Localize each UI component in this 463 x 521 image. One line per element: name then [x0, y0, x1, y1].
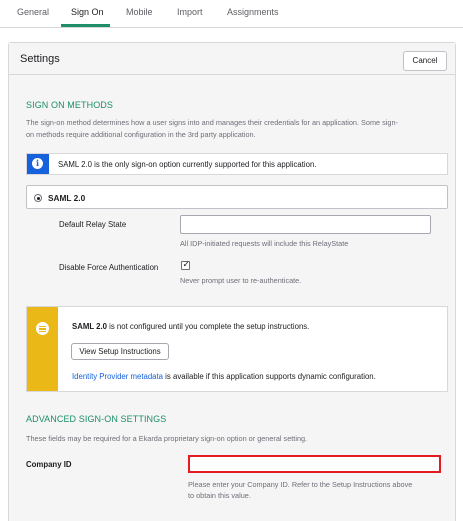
setup-notice-message: SAML 2.0 is not configured until you com… — [72, 322, 309, 331]
tab-import[interactable]: Import — [177, 7, 203, 17]
info-banner: i SAML 2.0 is the only sign-on option cu… — [26, 153, 448, 175]
cancel-button[interactable]: Cancel — [403, 51, 447, 71]
metadata-line-text: is available if this application support… — [163, 372, 376, 381]
advanced-settings-description: These fields may be required for a Ekard… — [26, 434, 308, 443]
force-auth-checkbox[interactable] — [181, 260, 190, 270]
description-line: on methods require additional configurat… — [26, 130, 256, 139]
saml-label: SAML 2.0 — [48, 193, 86, 203]
tab-sign-on[interactable]: Sign On — [71, 7, 104, 17]
setup-notice-text: is not configured until you complete the… — [106, 322, 310, 331]
settings-panel: Settings Cancel SIGN ON METHODS The sign… — [8, 42, 456, 521]
saml-option[interactable]: SAML 2.0 — [26, 185, 448, 209]
company-id-hint-line: to obtain this value. — [188, 491, 251, 500]
active-tab-indicator — [61, 24, 110, 27]
saml-radio[interactable] — [34, 194, 42, 202]
relay-state-label: Default Relay State — [59, 220, 127, 229]
setup-notice-bold: SAML 2.0 — [72, 322, 107, 331]
metadata-line: Identity Provider metadata is available … — [72, 372, 376, 381]
setup-list-icon — [36, 322, 49, 335]
tab-assignments[interactable]: Assignments — [227, 7, 279, 17]
company-id-input[interactable] — [188, 455, 441, 473]
info-banner-strip: i — [27, 154, 49, 174]
view-setup-instructions-button[interactable]: View Setup Instructions — [71, 343, 169, 360]
settings-title: Settings — [20, 53, 60, 65]
settings-header: Settings Cancel — [9, 43, 455, 75]
advanced-settings-title: ADVANCED SIGN-ON SETTINGS — [26, 414, 167, 424]
company-id-label: Company ID — [26, 460, 72, 469]
relay-state-input[interactable] — [180, 215, 431, 234]
company-id-hint: Please enter your Company ID. Refer to t… — [188, 479, 412, 501]
setup-notice: SAML 2.0 is not configured until you com… — [26, 306, 448, 392]
sign-on-methods-description: The sign-on method determines how a user… — [26, 117, 446, 141]
info-icon: i — [32, 158, 43, 169]
relay-state-hint: All IDP-initiated requests will include … — [180, 239, 349, 248]
idp-metadata-link[interactable]: Identity Provider metadata — [72, 372, 163, 381]
info-banner-text: SAML 2.0 is the only sign-on option curr… — [58, 160, 317, 169]
company-id-hint-line: Please enter your Company ID. Refer to t… — [188, 480, 413, 489]
tab-bar: General Sign On Mobile Import Assignment… — [0, 0, 463, 28]
sign-on-methods-title: SIGN ON METHODS — [26, 100, 114, 110]
setup-notice-strip — [27, 307, 58, 391]
saml-section: SAML 2.0 Default Relay State All IDP-ini… — [26, 185, 448, 296]
tab-mobile[interactable]: Mobile — [126, 7, 153, 17]
force-auth-label: Disable Force Authentication — [59, 263, 159, 272]
force-auth-hint: Never prompt user to re-authenticate. — [180, 276, 302, 285]
description-line: The sign-on method determines how a user… — [26, 118, 398, 127]
tab-general[interactable]: General — [17, 7, 49, 17]
